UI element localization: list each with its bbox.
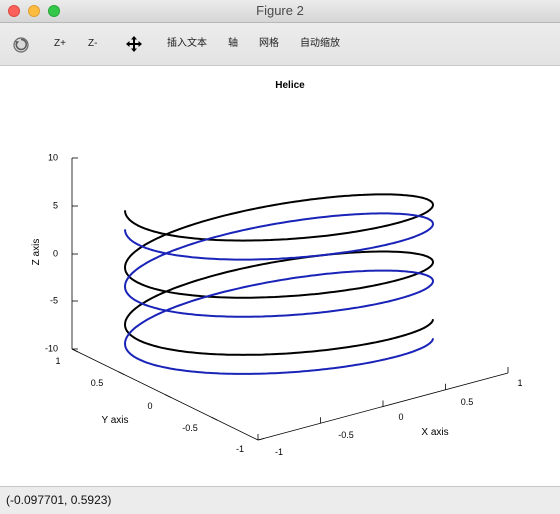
y-tick-label: 1 — [55, 356, 60, 366]
y-axis-label: Y axis — [101, 415, 128, 426]
figure-toolbar: Z+ Z- 插入文本 轴 网格 自动缩放 — [0, 23, 560, 66]
z-ticks: 10 5 0 -5 -10 — [45, 152, 78, 353]
axis-toggle-button[interactable]: 轴 — [228, 23, 238, 65]
y-ticks: 1 0.5 0 -0.5 -1 — [55, 348, 265, 454]
cursor-coordinates: (-0.097701, 0.5923) — [6, 493, 112, 507]
plot-canvas[interactable]: Helice 10 5 0 -5 -10 Z axis 1 0.5 0 -0.5… — [0, 66, 560, 486]
z-tick-label: 10 — [48, 152, 58, 162]
z-tick-label: -5 — [50, 295, 58, 305]
zoom-out-button[interactable]: Z- — [88, 23, 97, 65]
zoom-in-button[interactable]: Z+ — [54, 23, 66, 65]
status-bar: (-0.097701, 0.5923) — [0, 486, 560, 514]
helix-series-1 — [123, 193, 435, 356]
z-axis-label: Z axis — [31, 239, 42, 266]
pan-arrows-icon[interactable] — [125, 35, 143, 58]
helix-series-group — [123, 193, 435, 375]
y-tick-label: 0.5 — [91, 378, 104, 388]
window-title: Figure 2 — [256, 3, 304, 18]
x-tick-label: 0 — [398, 412, 403, 422]
z-tick-label: -10 — [45, 343, 58, 353]
x-tick-label: -1 — [275, 447, 283, 457]
y-tick-label: -1 — [236, 444, 244, 454]
title-bar: Figure 2 — [0, 0, 560, 23]
x-axis-label: X axis — [421, 427, 448, 438]
z-tick-label: 5 — [53, 200, 58, 210]
z-tick-label: 0 — [53, 248, 58, 258]
x-ticks: -1 -0.5 0 0.5 1 — [257, 367, 523, 457]
x-tick-label: -0.5 — [338, 430, 354, 440]
helix-3d-plot[interactable]: Helice 10 5 0 -5 -10 Z axis 1 0.5 0 -0.5… — [0, 66, 560, 486]
x-tick-label: 0.5 — [461, 397, 474, 407]
x-tick-label: 1 — [517, 378, 522, 388]
chart-title: Helice — [275, 80, 305, 91]
insert-text-button[interactable]: 插入文本 — [167, 23, 207, 65]
autoscale-button[interactable]: 自动缩放 — [300, 23, 340, 65]
grid-toggle-button[interactable]: 网格 — [259, 23, 279, 65]
rotate-icon[interactable] — [12, 36, 30, 59]
y-tick-label: 0 — [147, 401, 152, 411]
y-tick-label: -0.5 — [182, 423, 198, 433]
